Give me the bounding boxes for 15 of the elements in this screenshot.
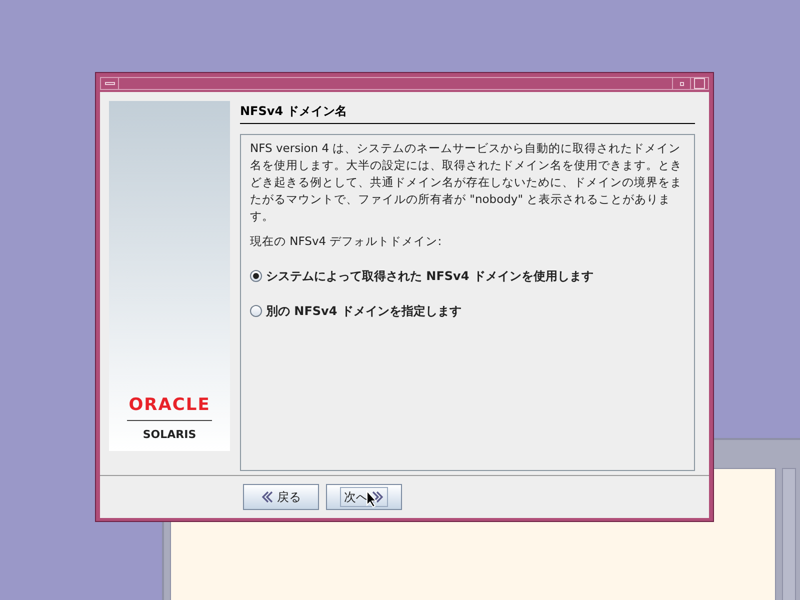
mouse-cursor-icon xyxy=(366,490,377,508)
scrollbar[interactable] xyxy=(782,468,796,600)
description-text: NFS version 4 は、システムのネームサービスから自動的に取得されたドメイン名を使用します。大半の設定には、取得されたドメイン名を使用できます。ときどき起きる例として、共通ドメイン名が存在しないために、ドメインの境界をまたがるマウントで、ファイルの所有者が "nobody" と表示されることがあります。 xyxy=(250,140,683,225)
radio-button[interactable] xyxy=(250,305,262,318)
radio-button[interactable] xyxy=(250,270,262,282)
radio-option[interactable]: 別の NFSv4 ドメインを指定します xyxy=(250,302,685,320)
oracle-logo: ORACLE xyxy=(126,396,212,420)
current-domain-label: 現在の NFSv4 デフォルトドメイン: xyxy=(250,233,443,250)
maximize-button[interactable] xyxy=(690,78,708,89)
next-chevron-icon xyxy=(370,491,384,503)
page-heading: NFSv4 ドメイン名 xyxy=(240,102,695,124)
radio-option[interactable]: システムによって取得された NFSv4 ドメインを使用します xyxy=(250,267,685,286)
back-chevron-icon xyxy=(261,491,275,503)
back-button[interactable]: 戻る xyxy=(243,484,319,510)
product-name: SOLARIS xyxy=(142,426,196,442)
